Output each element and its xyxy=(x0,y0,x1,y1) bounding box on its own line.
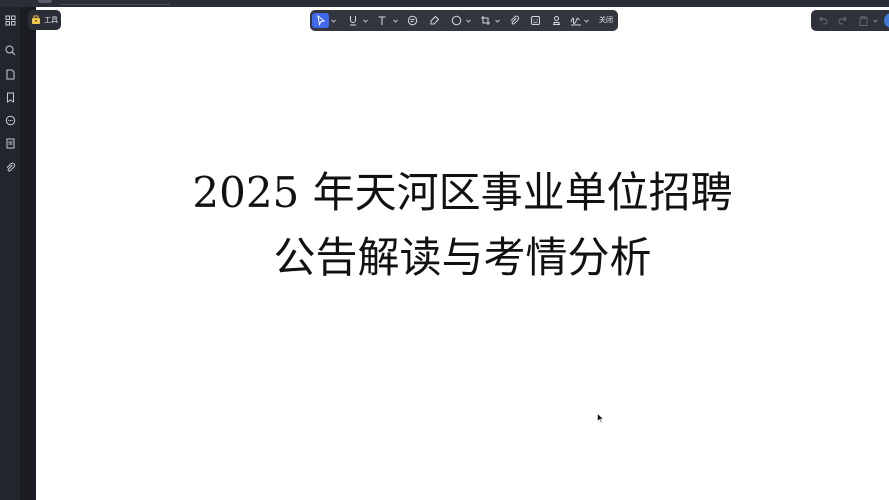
document-icon[interactable] xyxy=(3,136,17,150)
search-icon[interactable] xyxy=(3,43,17,57)
window-tab-indicator xyxy=(38,0,52,3)
mouse-cursor-icon xyxy=(597,413,605,424)
chevron-down-icon[interactable] xyxy=(494,13,500,28)
crop-icon[interactable] xyxy=(478,13,492,28)
history-toolbar xyxy=(811,10,889,31)
stamp-person-icon[interactable] xyxy=(549,13,563,28)
close-toolbar-button[interactable]: 关闭 xyxy=(599,13,613,28)
select-arrow-icon[interactable] xyxy=(312,13,329,28)
window-top-strip xyxy=(0,0,889,7)
shape-circle-icon[interactable] xyxy=(449,13,463,28)
chevron-down-icon[interactable] xyxy=(362,13,368,28)
page-icon[interactable] xyxy=(3,67,17,81)
chevron-down-icon[interactable] xyxy=(465,13,471,28)
toolbox-icon xyxy=(32,15,40,24)
tools-button[interactable]: 工具 xyxy=(28,10,61,30)
chevron-down-icon[interactable] xyxy=(872,13,878,28)
bookmark-icon[interactable] xyxy=(3,90,17,104)
highlighter-icon[interactable] xyxy=(427,13,441,28)
redo-icon[interactable] xyxy=(836,13,848,28)
tools-button-label: 工具 xyxy=(44,16,58,24)
avatar[interactable] xyxy=(884,13,889,28)
chevron-down-icon[interactable] xyxy=(330,13,336,28)
chevron-down-icon[interactable] xyxy=(583,13,589,28)
comments-icon[interactable] xyxy=(3,113,17,127)
left-sidebar xyxy=(0,7,20,500)
attachment-icon[interactable] xyxy=(3,160,17,174)
attachment-icon[interactable] xyxy=(507,13,521,28)
comment-icon[interactable] xyxy=(405,13,419,28)
chevron-down-icon[interactable] xyxy=(392,13,398,28)
grid-icon[interactable] xyxy=(3,13,17,27)
window-tab-divider xyxy=(60,4,170,5)
page-title-line-2: 公告解读与考情分析 xyxy=(273,233,652,282)
undo-icon[interactable] xyxy=(817,13,829,28)
page-gutter xyxy=(20,7,36,500)
underline-icon[interactable] xyxy=(346,13,360,28)
text-icon[interactable] xyxy=(375,13,389,28)
annotation-toolbar: 关闭 xyxy=(310,10,618,31)
stamp-icon[interactable] xyxy=(528,13,542,28)
clipboard-icon[interactable] xyxy=(857,13,869,28)
page-title-line-1: 2025 年天河区事业单位招聘 xyxy=(192,168,733,217)
signature-icon[interactable] xyxy=(569,13,583,28)
